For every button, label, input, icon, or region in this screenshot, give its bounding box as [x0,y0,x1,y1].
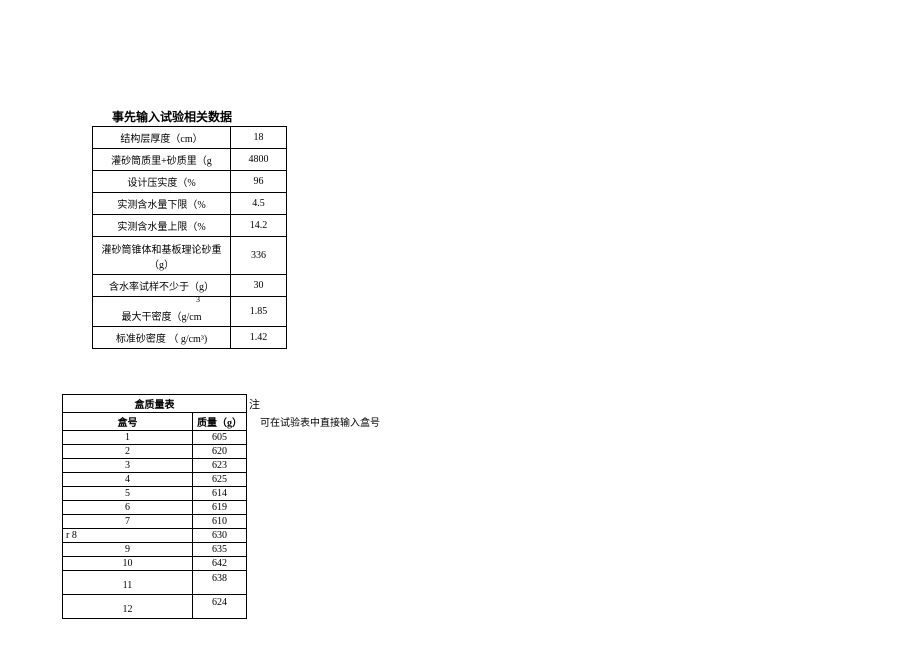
param-row: 实测含水量上限（%14.2 [93,215,287,237]
box-table-header: 盒质量表 [63,395,247,413]
param-value: 1.85 [231,297,287,327]
box-mass-cell: 623 [193,459,247,473]
param-value: 4800 [231,149,287,171]
param-row: 3最大干密度（g/cm1.85 [93,297,287,327]
param-label: 标准砂密度 （ g/cm³) [93,327,231,349]
table-row: 9635 [63,543,247,557]
table-row: 3623 [63,459,247,473]
box-mass-cell: 635 [193,543,247,557]
box-no-cell: 10 [63,557,193,571]
table-row: 1605 [63,431,247,445]
param-row: 实测含水量下限（%4.5 [93,193,287,215]
box-no-cell: 12 [63,595,193,619]
box-no-cell: 7 [63,515,193,529]
param-label: 灌砂筒质里+砂质里（g [93,149,231,171]
param-label: 含水率试样不少于（g） [93,275,231,297]
box-mass-cell: 605 [193,431,247,445]
params-table: 结构层厚度（cm）18灌砂筒质里+砂质里（g4800设计压实度（%96实测含水量… [92,126,287,349]
param-row: 含水率试样不少于（g）30 [93,275,287,297]
box-mass-cell: 610 [193,515,247,529]
param-label: 灌砂筒锥体和基板理论砂重（g） [93,237,231,275]
table-row: 2620 [63,445,247,459]
param-row: 灌砂筒锥体和基板理论砂重（g）336 [93,237,287,275]
box-table-col-no: 盒号 [63,413,193,431]
table-row: 10642 [63,557,247,571]
box-mass-cell: 619 [193,501,247,515]
box-no-cell: 11 [63,571,193,595]
box-mass-cell: 614 [193,487,247,501]
box-mass-cell: 625 [193,473,247,487]
box-no-cell: 6 [63,501,193,515]
box-no-cell: 4 [63,473,193,487]
box-mass-cell: 642 [193,557,247,571]
note-label: 注 [249,396,260,412]
param-label: 实测含水量下限（% [93,193,231,215]
table-row: 4625 [63,473,247,487]
box-table-col-mass: 质量（g） [193,413,247,431]
param-value: 96 [231,171,287,193]
param-value: 336 [231,237,287,275]
box-mass-cell: 630 [193,529,247,543]
box-mass-table: 盒质量表 盒号 质量（g） 16052620362346255614661976… [62,394,247,619]
param-label: 结构层厚度（cm） [93,127,231,149]
table-row: r 8630 [63,529,247,543]
box-no-cell: 9 [63,543,193,557]
box-no-cell: r 8 [63,529,193,543]
table-row: 11638 [63,571,247,595]
param-row: 结构层厚度（cm）18 [93,127,287,149]
param-label: 3最大干密度（g/cm [93,297,231,327]
param-row: 灌砂筒质里+砂质里（g4800 [93,149,287,171]
param-value: 30 [231,275,287,297]
box-no-cell: 5 [63,487,193,501]
param-row: 标准砂密度 （ g/cm³)1.42 [93,327,287,349]
param-label: 实测含水量上限（% [93,215,231,237]
box-no-cell: 3 [63,459,193,473]
box-mass-cell: 638 [193,571,247,595]
param-row: 设计压实度（%96 [93,171,287,193]
box-mass-cell: 624 [193,595,247,619]
table-row: 5614 [63,487,247,501]
param-value: 4.5 [231,193,287,215]
table-row: 6619 [63,501,247,515]
param-value: 1.42 [231,327,287,349]
box-no-cell: 2 [63,445,193,459]
param-label: 设计压实度（% [93,171,231,193]
note-text: 可在试验表中直接输入盒号 [260,414,380,429]
param-value: 14.2 [231,215,287,237]
page-title: 事先输入试验相关数据 [112,108,232,125]
table-row: 7610 [63,515,247,529]
table-row: 12624 [63,595,247,619]
box-no-cell: 1 [63,431,193,445]
param-value: 18 [231,127,287,149]
box-mass-cell: 620 [193,445,247,459]
